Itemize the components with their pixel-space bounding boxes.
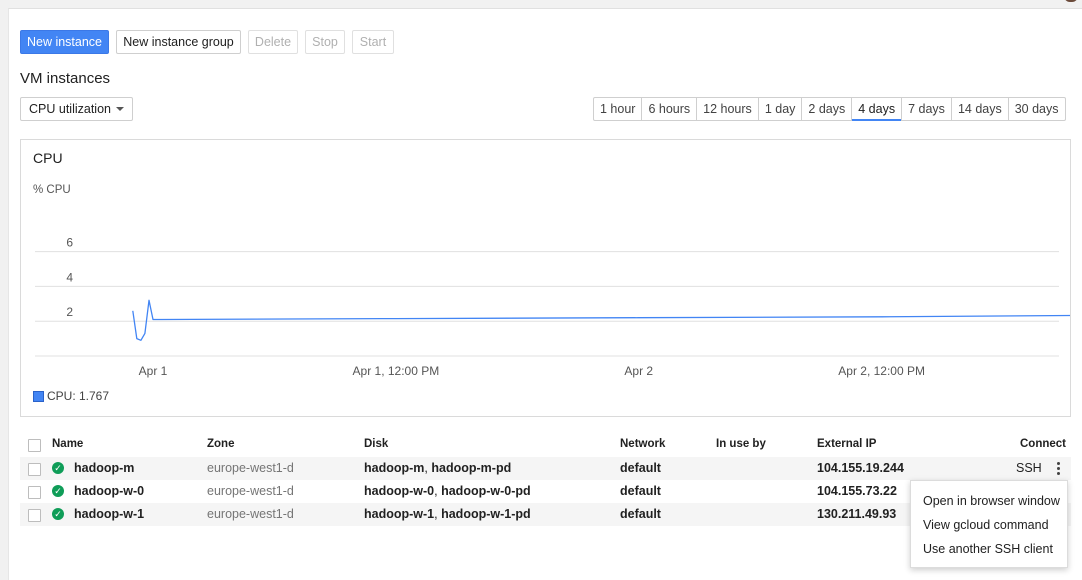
metric-select[interactable]: CPU utilization	[20, 97, 133, 121]
new-instance-button[interactable]: New instance	[20, 30, 109, 54]
col-connect: Connect	[1020, 438, 1066, 450]
new-instance-group-button[interactable]: New instance group	[116, 30, 241, 54]
cpu-chart-card: 2 4 6 Apr 1 Apr 1, 12:00 PM Apr 2 Apr 2, 12:00…	[20, 139, 1071, 417]
table-header: Name Zone Disk Network In use by Externa…	[20, 434, 1071, 458]
col-disk[interactable]: Disk	[364, 438, 388, 450]
disk-cell: hadoop-w-1, hadoop-w-1-pd	[364, 507, 531, 521]
caret-down-icon	[116, 107, 124, 111]
running-status-icon: ✓	[52, 462, 64, 474]
x-tick-label: Apr 1	[139, 364, 168, 378]
y-tick-label: 2	[66, 305, 73, 319]
delete-button[interactable]: Delete	[248, 30, 298, 54]
zone-cell: europe-west1-d	[207, 484, 294, 498]
select-all-checkbox[interactable]	[28, 439, 41, 452]
range-4-days[interactable]: 4 days	[852, 98, 903, 121]
col-in-use-by[interactable]: In use by	[716, 438, 766, 450]
chart-unit-label: % CPU	[33, 184, 71, 196]
x-tick-label: Apr 2, 12:00 PM	[838, 364, 925, 378]
chart-legend[interactable]: CPU: 1.767	[33, 389, 109, 403]
more-vert-icon[interactable]	[1054, 460, 1062, 476]
range-30-days[interactable]: 30 days	[1009, 98, 1065, 120]
external-ip-cell: 104.155.73.22	[817, 484, 897, 498]
instance-name-link[interactable]: hadoop-w-1	[74, 507, 144, 521]
disk-link[interactable]: hadoop-w-1-pd	[441, 507, 531, 521]
range-1-day[interactable]: 1 day	[759, 98, 803, 120]
ssh-options-menu: Open in browser window View gcloud comma…	[910, 480, 1068, 568]
y-tick-label: 6	[66, 236, 73, 250]
row-checkbox[interactable]	[28, 463, 41, 476]
disk-cell: hadoop-m, hadoop-m-pd	[364, 461, 511, 475]
range-14-days[interactable]: 14 days	[952, 98, 1009, 120]
cpu-series-line	[132, 299, 1070, 341]
external-ip-cell: 104.155.19.244	[817, 461, 904, 475]
avatar[interactable]	[1064, 0, 1078, 2]
menu-open-in-browser-window[interactable]: Open in browser window	[923, 494, 1060, 508]
legend-swatch	[33, 390, 44, 402]
running-status-icon: ✓	[52, 508, 64, 520]
chart-title: CPU	[33, 150, 63, 166]
network-link[interactable]: default	[620, 461, 661, 475]
table-row[interactable]: ✓ hadoop-m europe-west1-d hadoop-m, hado…	[20, 457, 1071, 480]
col-name[interactable]: Name	[52, 438, 83, 450]
x-tick-label: Apr 2	[624, 364, 653, 378]
x-tick-label: Apr 1, 12:00 PM	[353, 364, 440, 378]
y-tick-label: 4	[66, 270, 73, 284]
disk-link[interactable]: hadoop-w-0	[364, 484, 434, 498]
stop-button[interactable]: Stop	[305, 30, 345, 54]
cpu-chart: 2 4 6 Apr 1 Apr 1, 12:00 PM Apr 2 Apr 2, 12:00…	[35, 236, 1070, 378]
running-status-icon: ✓	[52, 485, 64, 497]
col-network[interactable]: Network	[620, 438, 665, 450]
disk-link[interactable]: hadoop-w-1	[364, 507, 434, 521]
network-link[interactable]: default	[620, 484, 661, 498]
zone-cell: europe-west1-d	[207, 507, 294, 521]
row-checkbox[interactable]	[28, 486, 41, 499]
col-external-ip[interactable]: External IP	[817, 438, 876, 450]
disk-link[interactable]: hadoop-w-0-pd	[441, 484, 531, 498]
metric-select-value: CPU utilization	[29, 102, 111, 116]
disk-cell: hadoop-w-0, hadoop-w-0-pd	[364, 484, 531, 498]
ssh-button[interactable]: SSH	[1016, 461, 1042, 475]
disk-link[interactable]: hadoop-m	[364, 461, 424, 475]
range-6-hours[interactable]: 6 hours	[642, 98, 698, 120]
range-1-hour[interactable]: 1 hour	[594, 98, 643, 120]
row-checkbox[interactable]	[28, 509, 41, 522]
page-title: VM instances	[20, 70, 111, 87]
legend-label: CPU: 1.767	[47, 389, 110, 403]
range-12-hours[interactable]: 12 hours	[697, 98, 759, 120]
range-2-days[interactable]: 2 days	[802, 98, 853, 120]
instance-name-link[interactable]: hadoop-w-0	[74, 484, 144, 498]
menu-view-gcloud-command[interactable]: View gcloud command	[923, 518, 1049, 532]
instance-name-link[interactable]: hadoop-m	[74, 461, 134, 475]
disk-link[interactable]: hadoop-m-pd	[431, 461, 511, 475]
range-7-days[interactable]: 7 days	[902, 98, 952, 120]
start-button[interactable]: Start	[352, 30, 394, 54]
time-range-selector: 1 hour 6 hours 12 hours 1 day 2 days 4 d…	[593, 97, 1066, 121]
zone-cell: europe-west1-d	[207, 461, 294, 475]
menu-use-another-ssh-client[interactable]: Use another SSH client	[923, 542, 1053, 556]
col-zone[interactable]: Zone	[207, 438, 234, 450]
network-link[interactable]: default	[620, 507, 661, 521]
external-ip-cell: 130.211.49.93	[817, 507, 897, 521]
